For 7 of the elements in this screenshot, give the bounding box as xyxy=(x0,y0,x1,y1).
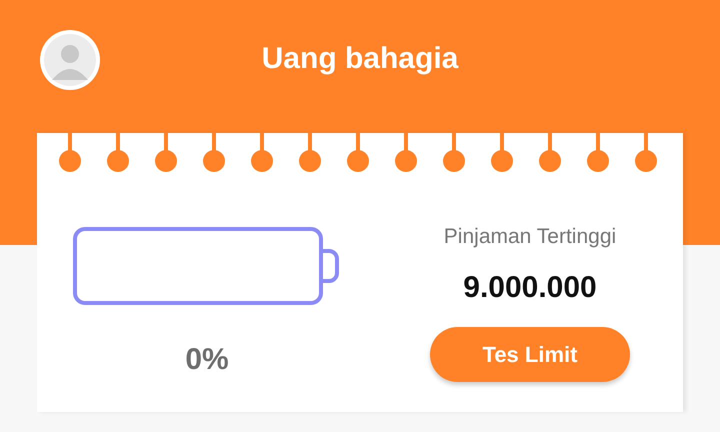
avatar-icon[interactable] xyxy=(40,30,100,90)
battery-icon xyxy=(73,227,341,305)
limit-label: Pinjaman Tertinggi xyxy=(444,225,616,249)
test-limit-button[interactable]: Tes Limit xyxy=(430,327,630,382)
battery-percent: 0% xyxy=(185,343,229,377)
app-title: Uang bahagia xyxy=(262,42,458,76)
limit-amount: 9.000.000 xyxy=(463,271,597,305)
